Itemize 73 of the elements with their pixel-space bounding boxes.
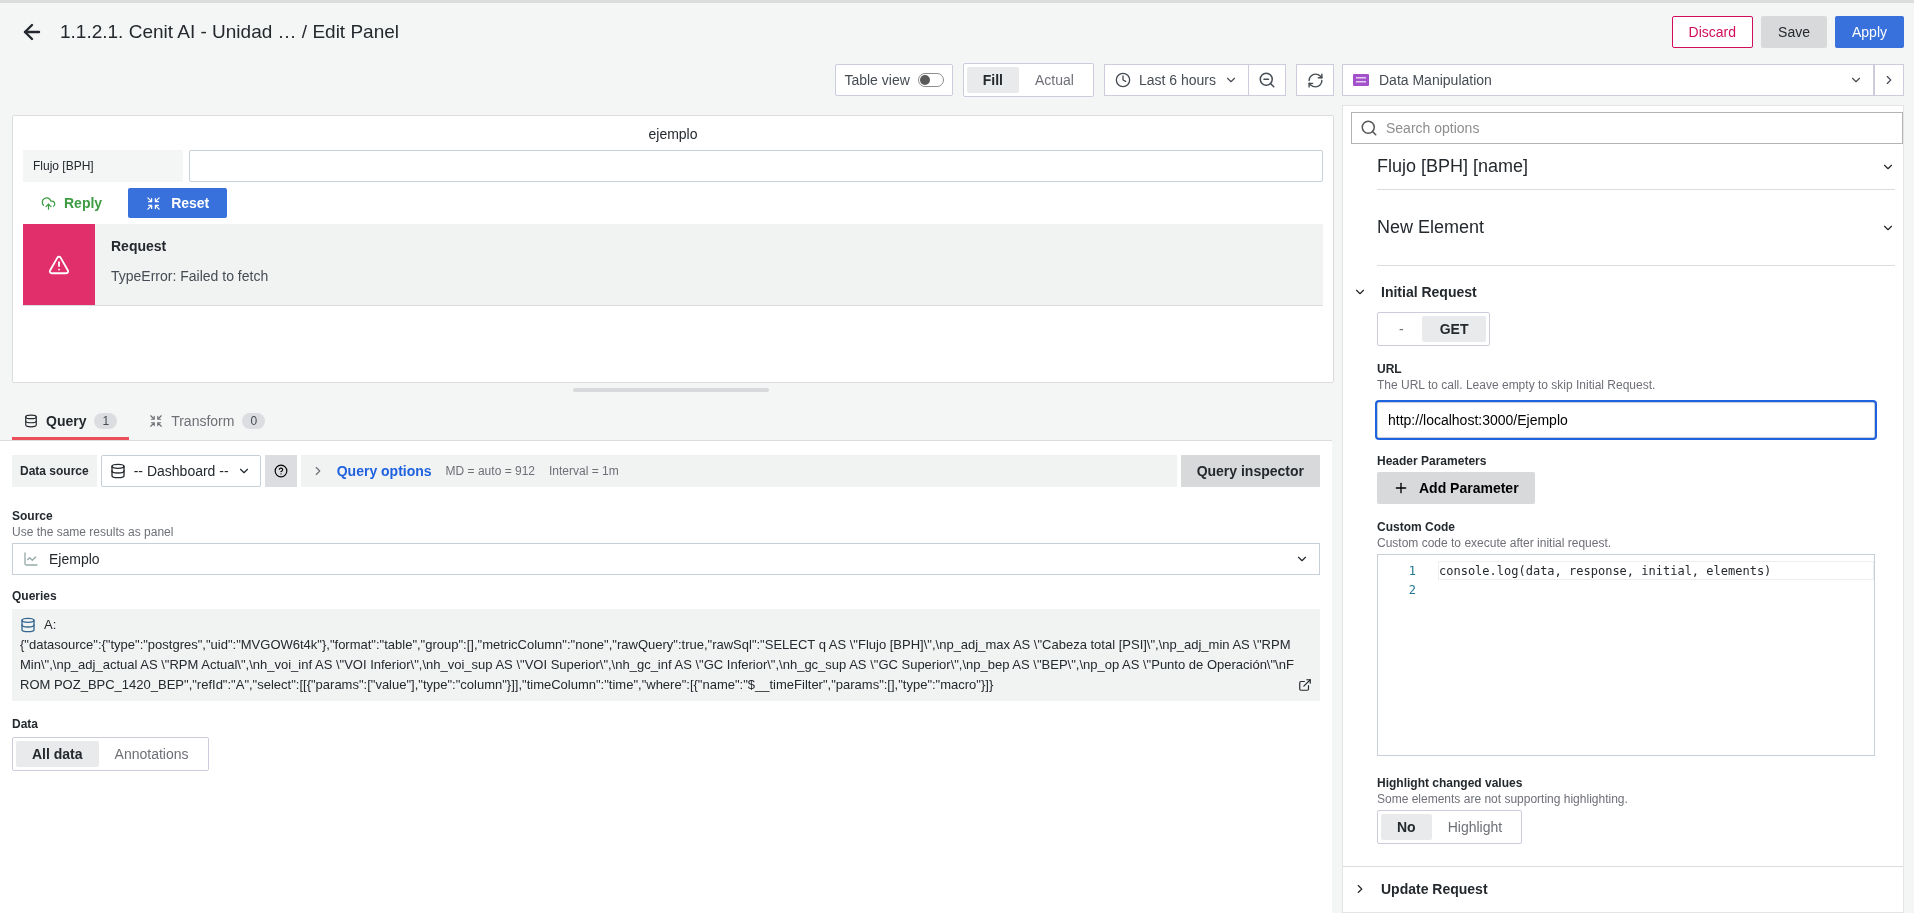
clock-icon: [1114, 72, 1131, 88]
method-option[interactable]: GET: [1421, 316, 1487, 342]
highlight-option[interactable]: No: [1381, 814, 1432, 840]
refresh-icon: [1306, 71, 1324, 89]
refresh-button[interactable]: [1296, 64, 1334, 96]
panel-plugin-icon: [1353, 74, 1369, 86]
input-field[interactable]: [189, 150, 1323, 182]
query-json: {"datasource":{"type":"postgres","uid":"MVGOW6t4k"},"format":"table","group":[],"metricColumn":"none","rawQuery":true,"rawSql":"SELECT q AS \"Flujo [BPH]\",\np_adj_max AS \"Cabeza total [PSI]\",\np_adj_min AS \"RPM Min\",\np_adj_actual AS \"RPM Actual\",\nh_voi_inf AS \"VOI Inferior\",\nh_voi_sup AS \"VOI Superior\",\nh_gc_inf AS \"GC Inferior\",\nh_gc_sup AS \"GC Superior\",\np_bep AS \"BEP\",\np_op AS \"Punto de Operación\"\nFROM POZ_BPC_1420_BEP","refId":"A","select":[[{"params":["value"],"type":"column"}]],"timeColumn":"time","where":[{"name":"$__timeFilter","params":[],"type":"macro"}]}: [20, 636, 1294, 694]
queries-label: Queries: [12, 589, 58, 603]
search-icon: [1360, 119, 1378, 137]
line-number: 1: [1407, 563, 1416, 578]
element-section[interactable]: New Element: [1377, 190, 1895, 266]
plus-icon: [1393, 480, 1409, 496]
search-field[interactable]: Search options: [1351, 112, 1903, 144]
query-ref: A:: [44, 616, 57, 634]
alert-title: Request: [111, 238, 168, 254]
table-view-toggle[interactable]: Table view: [835, 64, 953, 96]
line-chart-icon: [23, 551, 39, 567]
initial-request-header[interactable]: Initial Request: [1343, 274, 1903, 310]
help-button[interactable]: [264, 455, 297, 487]
reset-button[interactable]: Reset: [128, 188, 228, 218]
custom-code-label: Custom Code: [1377, 520, 1456, 534]
line-number: 2: [1407, 582, 1416, 597]
data-source-label: Data source: [12, 455, 97, 487]
data-source-select[interactable]: -- Dashboard --: [100, 455, 261, 487]
size-mode-option[interactable]: Actual: [1019, 67, 1090, 93]
query-inspector-button[interactable]: Query inspector: [1180, 455, 1320, 487]
source-description: Use the same results as panel: [12, 525, 175, 539]
external-link-icon[interactable]: [1298, 678, 1312, 692]
data-option[interactable]: Annotations: [98, 741, 205, 767]
update-request-header[interactable]: Update Request: [1343, 866, 1903, 911]
add-parameter-button[interactable]: Add Parameter: [1377, 472, 1535, 504]
alert-message: TypeError: Failed to fetch: [111, 268, 269, 284]
data-option[interactable]: All data: [16, 741, 99, 767]
page-title: 1.1.2.1. Cenit AI - Unidad … / Edit Panel: [60, 21, 401, 43]
database-icon: [20, 617, 36, 633]
query-options-link[interactable]: Query options: [310, 463, 432, 479]
panel-title: ejemplo: [647, 125, 699, 144]
url-description: The URL to call. Leave empty to skip Initial Request.: [1377, 378, 1657, 392]
interval: Interval = 1m: [549, 464, 619, 478]
switch[interactable]: [917, 73, 944, 87]
reply-button[interactable]: Reply: [23, 188, 121, 218]
header-button[interactable]: Apply: [1834, 16, 1904, 48]
url-field[interactable]: http://localhost:3000/Ejemplo: [1377, 402, 1875, 438]
code-editor[interactable]: 1 console.log(data, response, initial, elements) 2: [1377, 554, 1875, 756]
highlight-description: Some elements are not supporting highlighting.: [1377, 792, 1629, 806]
highlight-label: Highlight changed values: [1377, 776, 1524, 790]
shrink-icon: [146, 195, 162, 211]
source-label: Source: [12, 509, 54, 523]
help-icon: [273, 464, 288, 478]
zoom-out-button[interactable]: [1248, 64, 1286, 96]
custom-code-description: Custom code to execute after initial request.: [1377, 536, 1613, 550]
element-section[interactable]: Flujo [BPH] [name]: [1377, 144, 1895, 190]
visualization-picker[interactable]: Data Manipulation: [1342, 64, 1874, 96]
header-button[interactable]: Save: [1761, 16, 1827, 48]
url-label: URL: [1377, 362, 1403, 376]
header-parameters-label: Header Parameters: [1377, 454, 1488, 468]
cloud-upload-icon: [41, 195, 56, 211]
shrink-icon: [149, 413, 164, 428]
time-range-picker[interactable]: Last 6 hours: [1103, 64, 1248, 96]
method-option[interactable]: -: [1381, 316, 1422, 342]
data-label: Data: [12, 717, 39, 731]
editor-tab[interactable]: Transform 0: [137, 404, 278, 440]
field-label: Flujo [BPH]: [23, 150, 183, 182]
max-data-points: MD = auto = 912: [445, 464, 535, 478]
source-select[interactable]: Ejemplo: [12, 543, 1320, 575]
database-icon: [24, 413, 38, 428]
highlight-option[interactable]: Highlight: [1431, 814, 1519, 840]
database-icon: [109, 463, 126, 479]
size-mode-option[interactable]: Fill: [966, 67, 1019, 93]
zoom-out-icon: [1258, 71, 1276, 89]
warning-icon: [48, 253, 70, 276]
header-button[interactable]: Discard: [1671, 16, 1754, 48]
